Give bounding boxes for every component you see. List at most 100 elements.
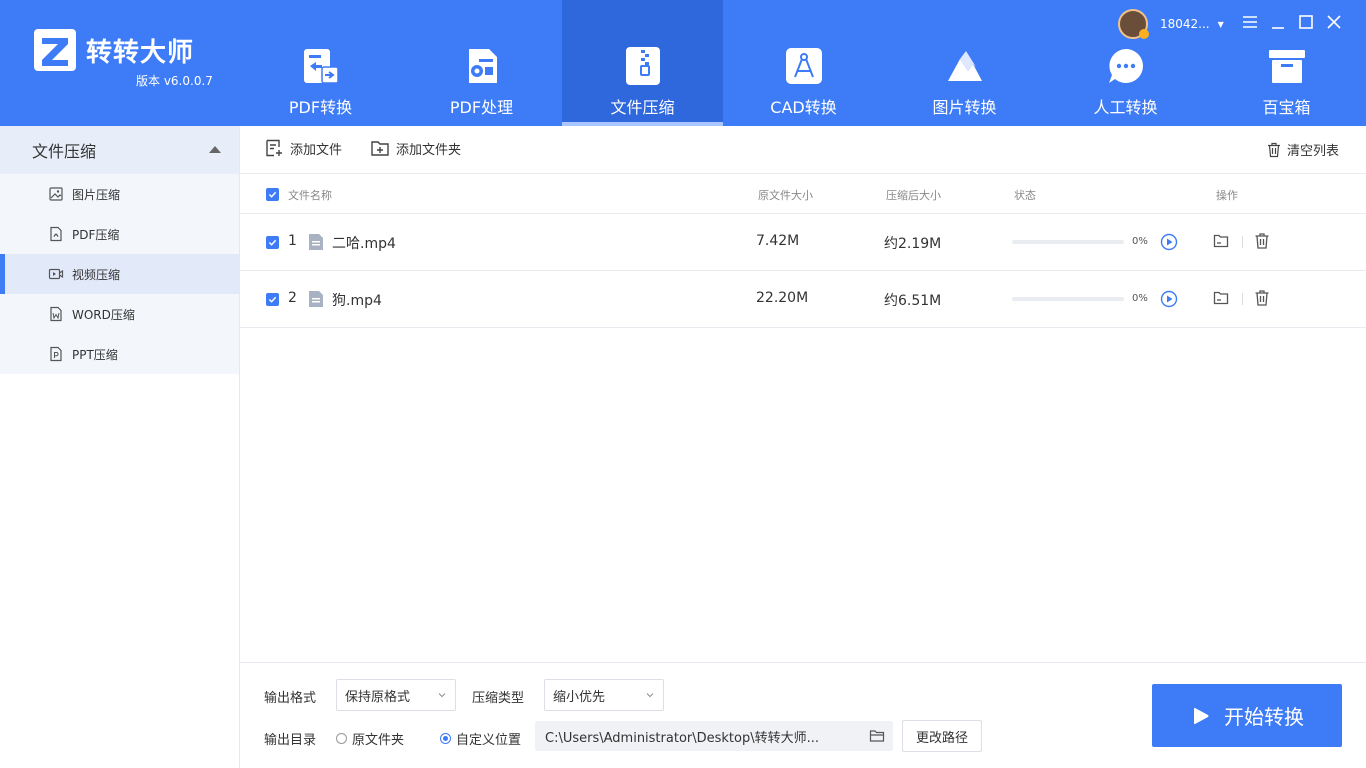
play-icon[interactable] bbox=[1160, 290, 1178, 308]
user-name: 18042... bbox=[1160, 17, 1210, 31]
select-all-checkbox[interactable] bbox=[266, 188, 279, 201]
tab-file-compress[interactable]: 文件压缩 bbox=[562, 0, 723, 126]
radio-dot bbox=[440, 733, 451, 744]
check-icon bbox=[268, 191, 277, 198]
sidebar-list: 图片压缩 PDF压缩 视频压缩 WORD压缩 PPT压缩 bbox=[0, 174, 239, 374]
row-index: 2 bbox=[288, 290, 297, 306]
avatar bbox=[1118, 9, 1149, 39]
row-progress-text: 0% bbox=[1132, 293, 1148, 304]
sidebar-section-title: 文件压缩 bbox=[32, 142, 97, 161]
tab-label: PDF处理 bbox=[449, 98, 514, 117]
ppt-icon bbox=[50, 346, 62, 362]
check-icon bbox=[268, 239, 277, 246]
col-header-status: 状态 bbox=[1014, 189, 1036, 202]
tab-label: 百宝箱 bbox=[1262, 98, 1311, 117]
row-comp-size: 约6.51M bbox=[884, 293, 942, 309]
output-format-select[interactable]: 保持原格式 bbox=[336, 679, 456, 711]
tab-pdf-process[interactable]: PDF处理 bbox=[401, 0, 562, 126]
toolbar: 添加文件 添加文件夹 清空列表 bbox=[240, 126, 1366, 174]
pdf-convert-icon bbox=[303, 49, 339, 84]
tab-image-convert[interactable]: 图片转换 bbox=[884, 0, 1045, 126]
radio-original-folder[interactable]: 原文件夹 bbox=[336, 729, 404, 748]
add-folder-button[interactable]: 添加文件夹 bbox=[370, 138, 461, 158]
sidebar-item-pdf-compress[interactable]: PDF压缩 bbox=[0, 214, 239, 254]
add-file-button[interactable]: 添加文件 bbox=[264, 138, 342, 158]
maximize-icon[interactable] bbox=[1296, 12, 1316, 32]
vip-badge-icon bbox=[1139, 29, 1149, 39]
ops-separator bbox=[1242, 236, 1243, 248]
output-format-value: 保持原格式 bbox=[345, 689, 411, 705]
add-folder-label: 添加文件夹 bbox=[396, 142, 462, 158]
row-comp-size: 约2.19M bbox=[884, 236, 942, 252]
radio-original-label: 原文件夹 bbox=[352, 733, 405, 748]
table-row: 1 二哈.mp4 7.42M 约2.19M 0% bbox=[240, 214, 1366, 271]
play-icon[interactable] bbox=[1160, 233, 1178, 251]
clear-list-button[interactable]: 清空列表 bbox=[1266, 140, 1339, 159]
add-file-label: 添加文件 bbox=[290, 142, 343, 158]
output-format-label: 输出格式 bbox=[264, 691, 317, 706]
col-header-orig-size: 原文件大小 bbox=[758, 189, 813, 202]
delete-icon[interactable] bbox=[1253, 289, 1271, 307]
sidebar-item-label: 图片压缩 bbox=[72, 187, 121, 202]
minimize-icon[interactable] bbox=[1268, 12, 1288, 32]
sidebar-item-ppt-compress[interactable]: PPT压缩 bbox=[0, 334, 239, 374]
zip-icon bbox=[625, 47, 660, 85]
start-convert-button[interactable]: 开始转换 bbox=[1152, 684, 1342, 747]
row-progress-bar bbox=[1012, 240, 1124, 244]
collapse-triangle-icon bbox=[209, 146, 221, 153]
row-orig-size: 22.20M bbox=[756, 290, 809, 306]
caret-down-icon: ▼ bbox=[1217, 19, 1224, 29]
sidebar-item-word-compress[interactable]: WORD压缩 bbox=[0, 294, 239, 334]
change-path-button[interactable]: 更改路径 bbox=[902, 720, 982, 752]
delete-icon[interactable] bbox=[1253, 232, 1271, 250]
folder-icon[interactable] bbox=[869, 728, 885, 744]
row-filename: 二哈.mp4 bbox=[332, 236, 396, 252]
output-dir-label: 输出目录 bbox=[264, 733, 317, 748]
start-convert-label: 开始转换 bbox=[1224, 705, 1304, 729]
table-header: 文件名称 原文件大小 压缩后大小 状态 操作 bbox=[240, 174, 1366, 214]
open-folder-icon[interactable] bbox=[1212, 232, 1230, 250]
row-filename: 狗.mp4 bbox=[332, 293, 382, 309]
sidebar-item-label: PPT压缩 bbox=[72, 347, 118, 362]
radio-dot bbox=[336, 733, 347, 744]
output-path-value: C:\Users\Administrator\Desktop\转转大师... bbox=[545, 730, 820, 746]
file-icon bbox=[309, 234, 323, 250]
cad-icon bbox=[785, 48, 822, 84]
output-settings-panel: 输出格式 保持原格式 压缩类型 缩小优先 输出目录 原文件夹 自定义位置 C:\… bbox=[240, 662, 1366, 768]
image-icon bbox=[49, 187, 63, 201]
sidebar-item-video-compress[interactable]: 视频压缩 bbox=[0, 254, 239, 294]
word-icon bbox=[50, 306, 62, 322]
menu-icon[interactable] bbox=[1240, 12, 1260, 32]
col-header-ops: 操作 bbox=[1216, 189, 1238, 202]
brand-name: 转转大师 bbox=[86, 38, 195, 68]
pdf-process-icon bbox=[468, 49, 497, 83]
sidebar: 文件压缩 图片压缩 PDF压缩 视频压缩 WORD压缩 PPT压缩 bbox=[0, 126, 240, 768]
ops-separator bbox=[1242, 293, 1243, 305]
sidebar-section-header[interactable]: 文件压缩 bbox=[0, 126, 239, 174]
row-progress-bar bbox=[1012, 297, 1124, 301]
toolbox-icon bbox=[1268, 50, 1305, 83]
brand-version: 版本 v6.0.0.7 bbox=[136, 74, 213, 88]
file-icon bbox=[309, 291, 323, 307]
close-icon[interactable] bbox=[1324, 12, 1344, 32]
clear-list-label: 清空列表 bbox=[1287, 144, 1340, 159]
radio-custom-location[interactable]: 自定义位置 bbox=[440, 729, 521, 748]
col-header-name: 文件名称 bbox=[288, 189, 332, 202]
output-path-field[interactable]: C:\Users\Administrator\Desktop\转转大师... bbox=[535, 721, 893, 751]
row-checkbox[interactable] bbox=[266, 236, 279, 249]
image-icon bbox=[947, 51, 982, 81]
tab-label: 人工转换 bbox=[1093, 98, 1158, 117]
tab-pdf-convert[interactable]: PDF转换 bbox=[240, 0, 401, 126]
compress-type-select[interactable]: 缩小优先 bbox=[544, 679, 664, 711]
video-icon bbox=[48, 268, 64, 280]
user-menu[interactable]: 18042... ▼ bbox=[1118, 9, 1224, 39]
row-checkbox[interactable] bbox=[266, 293, 279, 306]
radio-custom-label: 自定义位置 bbox=[456, 733, 522, 748]
tab-cad-convert[interactable]: CAD转换 bbox=[723, 0, 884, 126]
chevron-down-icon bbox=[438, 693, 446, 698]
play-icon bbox=[1194, 707, 1209, 724]
open-folder-icon[interactable] bbox=[1212, 289, 1230, 307]
chevron-down-icon bbox=[646, 693, 654, 698]
tab-label: 文件压缩 bbox=[610, 98, 675, 117]
sidebar-item-image-compress[interactable]: 图片压缩 bbox=[0, 174, 239, 214]
